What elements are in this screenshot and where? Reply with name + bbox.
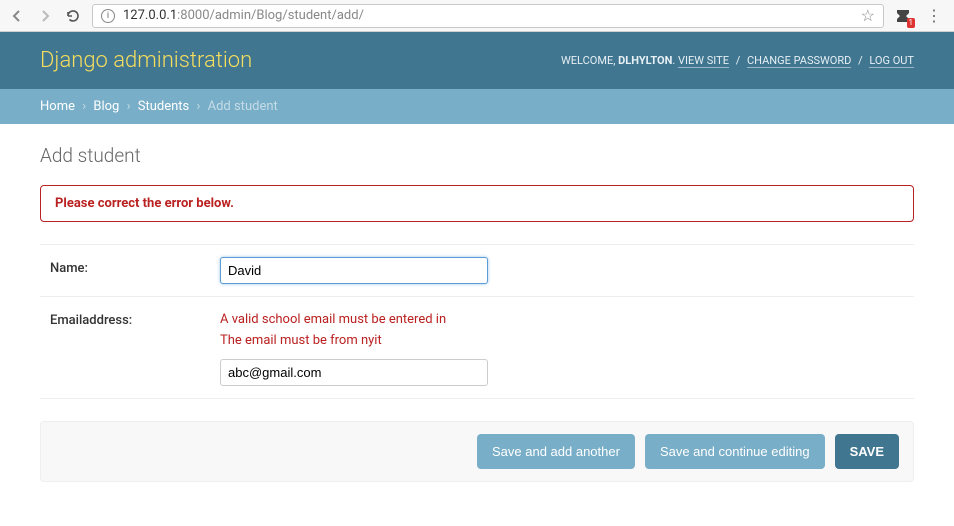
submit-row: Save and add another Save and continue e… [40, 421, 914, 482]
separator: / [854, 54, 867, 67]
site-header: Django administration WELCOME, DLHYLTON.… [0, 32, 954, 89]
email-errorlist: A valid school email must be entered in … [220, 309, 904, 351]
content: Add student Please correct the error bel… [0, 124, 954, 512]
forward-button[interactable] [36, 7, 54, 25]
bookmark-star-icon[interactable]: ☆ [861, 6, 875, 25]
welcome-text: WELCOME, [561, 54, 615, 67]
save-continue-button[interactable]: Save and continue editing [645, 434, 825, 469]
error-note: Please correct the error below. [40, 185, 914, 222]
username: DLHYLTON [618, 54, 672, 67]
address-bar[interactable]: i 127.0.0.1:8000/admin/Blog/student/add/… [92, 4, 884, 28]
breadcrumb-home[interactable]: Home [40, 99, 75, 114]
breadcrumb: Home › Blog › Students › Add student [0, 89, 954, 124]
url-path: :8000/admin/Blog/student/add/ [177, 8, 364, 23]
name-input[interactable] [220, 257, 488, 284]
breadcrumb-sep: › [192, 99, 204, 114]
back-button[interactable] [8, 7, 26, 25]
breadcrumb-sep: › [123, 99, 135, 114]
email-label: Emailaddress: [50, 309, 220, 328]
view-site-link[interactable]: VIEW SITE [678, 54, 729, 68]
breadcrumb-sep: › [78, 99, 90, 114]
site-title[interactable]: Django administration [40, 48, 252, 73]
email-error: The email must be from nyit [220, 330, 904, 351]
info-icon[interactable]: i [101, 9, 115, 23]
separator: / [732, 54, 745, 67]
change-password-link[interactable]: CHANGE PASSWORD [747, 54, 851, 68]
url-host: 127.0.0.1 [123, 8, 177, 23]
browser-menu-icon[interactable]: ⋮ [922, 6, 946, 25]
email-error: A valid school email must be entered in [220, 309, 904, 330]
reload-button[interactable] [64, 7, 82, 25]
logout-link[interactable]: LOG OUT [869, 54, 914, 68]
breadcrumb-app[interactable]: Blog [93, 99, 119, 114]
email-input[interactable] [220, 359, 488, 386]
breadcrumb-current: Add student [208, 99, 278, 114]
extension-icon[interactable]: 1 [894, 7, 912, 25]
page-title: Add student [40, 144, 914, 167]
breadcrumb-model[interactable]: Students [138, 99, 190, 114]
browser-toolbar: i 127.0.0.1:8000/admin/Blog/student/add/… [0, 0, 954, 32]
extension-badge: 1 [907, 18, 916, 28]
save-add-another-button[interactable]: Save and add another [477, 434, 635, 469]
form-row-email: Emailaddress: A valid school email must … [40, 297, 914, 399]
user-tools: WELCOME, DLHYLTON. VIEW SITE / CHANGE PA… [561, 54, 914, 67]
form-row-name: Name: [40, 244, 914, 297]
save-button[interactable]: SAVE [835, 434, 899, 469]
name-label: Name: [50, 257, 220, 276]
